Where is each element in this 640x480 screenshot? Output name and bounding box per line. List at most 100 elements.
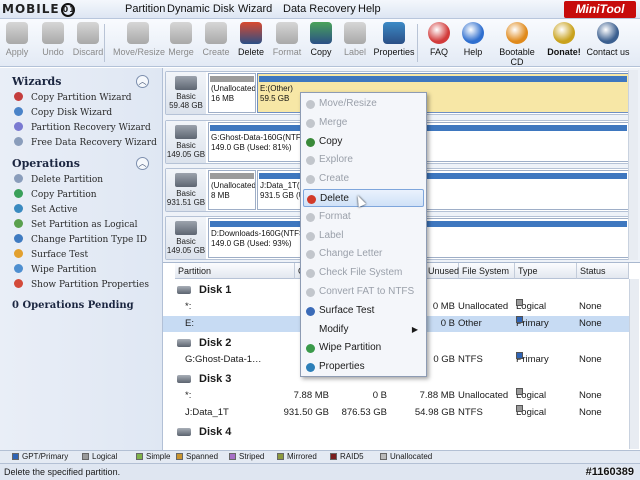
cell-fs: Other [458, 318, 482, 329]
operation-item-label: Show Partition Properties [31, 280, 149, 290]
format-button[interactable]: Format [271, 22, 303, 64]
help-label: Help [463, 47, 483, 57]
wizard-free-data-recovery-wizard[interactable]: Free Data Recovery Wizard [14, 136, 157, 150]
copy-button[interactable]: Copy [307, 22, 335, 64]
menu-wizard[interactable]: Wizard [236, 0, 274, 19]
cell-fs: Unallocated [458, 390, 509, 401]
operation-item-icon [14, 204, 23, 213]
move-resize-button[interactable]: Move/Resize [113, 22, 165, 64]
wizard-partition-recovery-wizard[interactable]: Partition Recovery Wizard [14, 121, 151, 135]
format-icon [276, 22, 298, 44]
wizard-item-icon [14, 107, 23, 116]
col-status[interactable]: Status [577, 263, 629, 279]
bootable-cd-button[interactable]: Bootable CD [492, 22, 542, 67]
wizard-item-label: Partition Recovery Wizard [31, 123, 151, 133]
context-menu-wipe-partition[interactable]: Wipe Partition [303, 339, 424, 357]
legend-label: Striped [239, 452, 265, 461]
context-menu-label: Copy [319, 135, 343, 147]
help-button[interactable]: Help [458, 22, 488, 64]
contact-us-button[interactable]: Contact us [586, 22, 630, 64]
undo-icon [42, 22, 64, 44]
wizard-copy-partition-wizard[interactable]: Copy Partition Wizard [14, 91, 132, 105]
disk-type: Basic [176, 141, 196, 150]
apply-button[interactable]: Apply [2, 22, 32, 64]
disk-type: Basic [176, 92, 196, 101]
context-menu: Move/Resize Merge Copy Explore Create Delete F… [300, 92, 427, 377]
context-menu-copy[interactable]: Copy [303, 133, 424, 151]
cell-unused: 0 GB [433, 354, 455, 365]
cell-type: Logical [516, 388, 546, 404]
col-file-system[interactable]: File System [459, 263, 515, 279]
operation-wipe-partition[interactable]: Wipe Partition [14, 263, 96, 277]
operation-item-icon [14, 174, 23, 183]
context-menu-move-resize: Move/Resize [303, 95, 424, 113]
cell-partition: G:Ghost-Data-1… [185, 354, 262, 365]
partition-size: 8 MB [211, 191, 230, 200]
operation-delete-partition[interactable]: Delete Partition [14, 173, 103, 187]
wizard-item-icon [14, 122, 23, 131]
status-text: Delete the specified partition. [4, 467, 121, 477]
delete-button[interactable]: Delete [236, 22, 266, 64]
context-menu-label: Wipe Partition [319, 342, 382, 354]
check-fs-icon [306, 269, 315, 279]
wizard-copy-disk-wizard[interactable]: Copy Disk Wizard [14, 106, 112, 120]
col-type[interactable]: Type [515, 263, 577, 279]
legend-item-gpt-primary: GPT/Primary [12, 451, 68, 463]
table-row[interactable]: *: 7.88 MB 0 B 7.88 MB Unallocated None Logica… [163, 388, 629, 404]
collapse-operations-icon[interactable]: ︿ [136, 157, 149, 170]
properties-button[interactable]: Properties [372, 22, 416, 64]
context-menu-label: Convert FAT to NTFS [319, 286, 415, 297]
discard-button[interactable]: Discard [72, 22, 104, 64]
operation-change-partition-type-id[interactable]: Change Partition Type ID [14, 233, 147, 247]
label-button[interactable]: Label [341, 22, 369, 64]
discard-icon [77, 22, 99, 44]
label-label: Label [343, 47, 367, 57]
partition-block[interactable]: (Unallocated) 16 MB [208, 73, 256, 113]
table-row[interactable]: J:Data_1T 931.50 GB 876.53 GB 54.98 GB NTFS N… [163, 405, 629, 421]
col-partition[interactable]: Partition [175, 263, 295, 279]
operation-set-partition-as-logical[interactable]: Set Partition as Logical [14, 218, 138, 232]
col-unused[interactable]: Unused [425, 263, 459, 279]
operation-copy-partition[interactable]: Copy Partition [14, 188, 97, 202]
cell-used: 0 B [372, 390, 387, 401]
collapse-wizards-icon[interactable]: ︿ [136, 75, 149, 88]
faq-label: FAQ [429, 47, 448, 57]
donate--label: Donate! [547, 47, 581, 57]
donate--button[interactable]: Donate! [545, 22, 583, 64]
context-menu-label: Label [303, 227, 424, 245]
cell-partition: E: [185, 318, 194, 329]
undo-button[interactable]: Undo [38, 22, 68, 64]
merge-button[interactable]: Merge [166, 22, 196, 64]
merge-icon [306, 118, 315, 128]
operation-surface-test[interactable]: Surface Test [14, 248, 88, 262]
operation-set-active[interactable]: Set Active [14, 203, 77, 217]
context-menu-explore: Explore [303, 151, 424, 169]
operation-show-partition-properties[interactable]: Show Partition Properties [14, 278, 149, 292]
disk-group-row[interactable]: Disk 4 [163, 423, 629, 441]
disk-label: Basic 149.05 GB [166, 217, 206, 259]
menu-partition[interactable]: Partition [123, 0, 167, 19]
toolbar-separator [417, 24, 418, 62]
partition-name: (Unallocated) [211, 84, 256, 93]
partition-block[interactable]: (Unallocated) 8 MB [208, 170, 256, 210]
apply-icon [6, 22, 28, 44]
context-menu-label: Delete [320, 193, 349, 204]
context-menu-surface-test[interactable]: Surface Test [303, 302, 424, 320]
create-button[interactable]: Create [201, 22, 231, 64]
merge-label: Merge [168, 47, 194, 57]
menu-help[interactable]: Help [356, 0, 383, 19]
context-menu-properties[interactable]: Properties [303, 358, 424, 376]
cell-unused: 0 B [440, 318, 455, 329]
disk-map-scrollbar[interactable] [628, 70, 638, 260]
menu-dynamic-disk[interactable]: Dynamic Disk [165, 0, 236, 19]
menu-data-recovery[interactable]: Data Recovery [281, 0, 358, 19]
partition-size: 16 MB [211, 94, 235, 103]
convert-icon [306, 288, 315, 297]
faq-icon [428, 22, 450, 44]
operation-item-label: Surface Test [31, 250, 89, 260]
table-scrollbar[interactable] [629, 279, 639, 449]
faq-button[interactable]: FAQ [425, 22, 453, 64]
help-icon [462, 22, 484, 44]
context-menu-modify[interactable]: Modify ▶ [303, 321, 424, 339]
wizard-item-icon [14, 92, 23, 101]
